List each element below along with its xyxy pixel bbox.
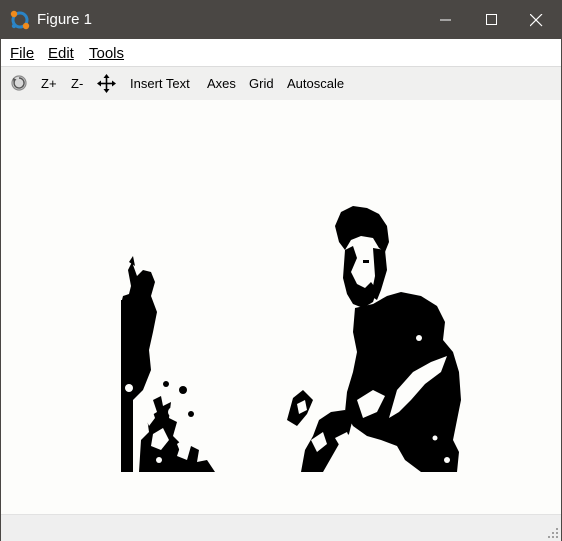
menu-edit[interactable]: Edit xyxy=(48,45,74,62)
title-bar[interactable]: Figure 1 xyxy=(1,1,561,39)
rotate-icon[interactable] xyxy=(10,74,28,92)
menu-bar: File Edit Tools xyxy=(1,39,561,66)
close-button[interactable] xyxy=(513,1,559,39)
autoscale-button[interactable]: Autoscale xyxy=(287,76,344,91)
close-icon xyxy=(529,13,542,26)
menu-file[interactable]: File xyxy=(10,45,34,62)
binary-image xyxy=(121,206,461,472)
resize-grip-icon[interactable] xyxy=(547,527,559,539)
zoom-in-button[interactable]: Z+ xyxy=(41,76,57,91)
insert-text-button[interactable]: Insert Text xyxy=(130,76,190,91)
menu-tools[interactable]: Tools xyxy=(89,45,124,62)
figure-toolbar: Z+ Z- Insert Text Axes Grid Autoscale xyxy=(1,66,561,101)
octave-logo-icon xyxy=(10,10,30,30)
grid-button[interactable]: Grid xyxy=(249,76,274,91)
zoom-out-button[interactable]: Z- xyxy=(71,76,83,91)
minimize-button[interactable] xyxy=(423,1,469,39)
maximize-icon xyxy=(486,14,497,25)
figure-window: Figure 1 File Edit Tools Z+ Z- Insert Te… xyxy=(0,0,562,541)
figure-canvas[interactable] xyxy=(1,100,561,514)
window-title: Figure 1 xyxy=(37,11,93,28)
pan-icon[interactable] xyxy=(97,74,116,93)
minimize-icon xyxy=(440,19,451,21)
maximize-button[interactable] xyxy=(469,1,515,39)
axes-button[interactable]: Axes xyxy=(207,76,236,91)
status-bar xyxy=(1,514,561,541)
